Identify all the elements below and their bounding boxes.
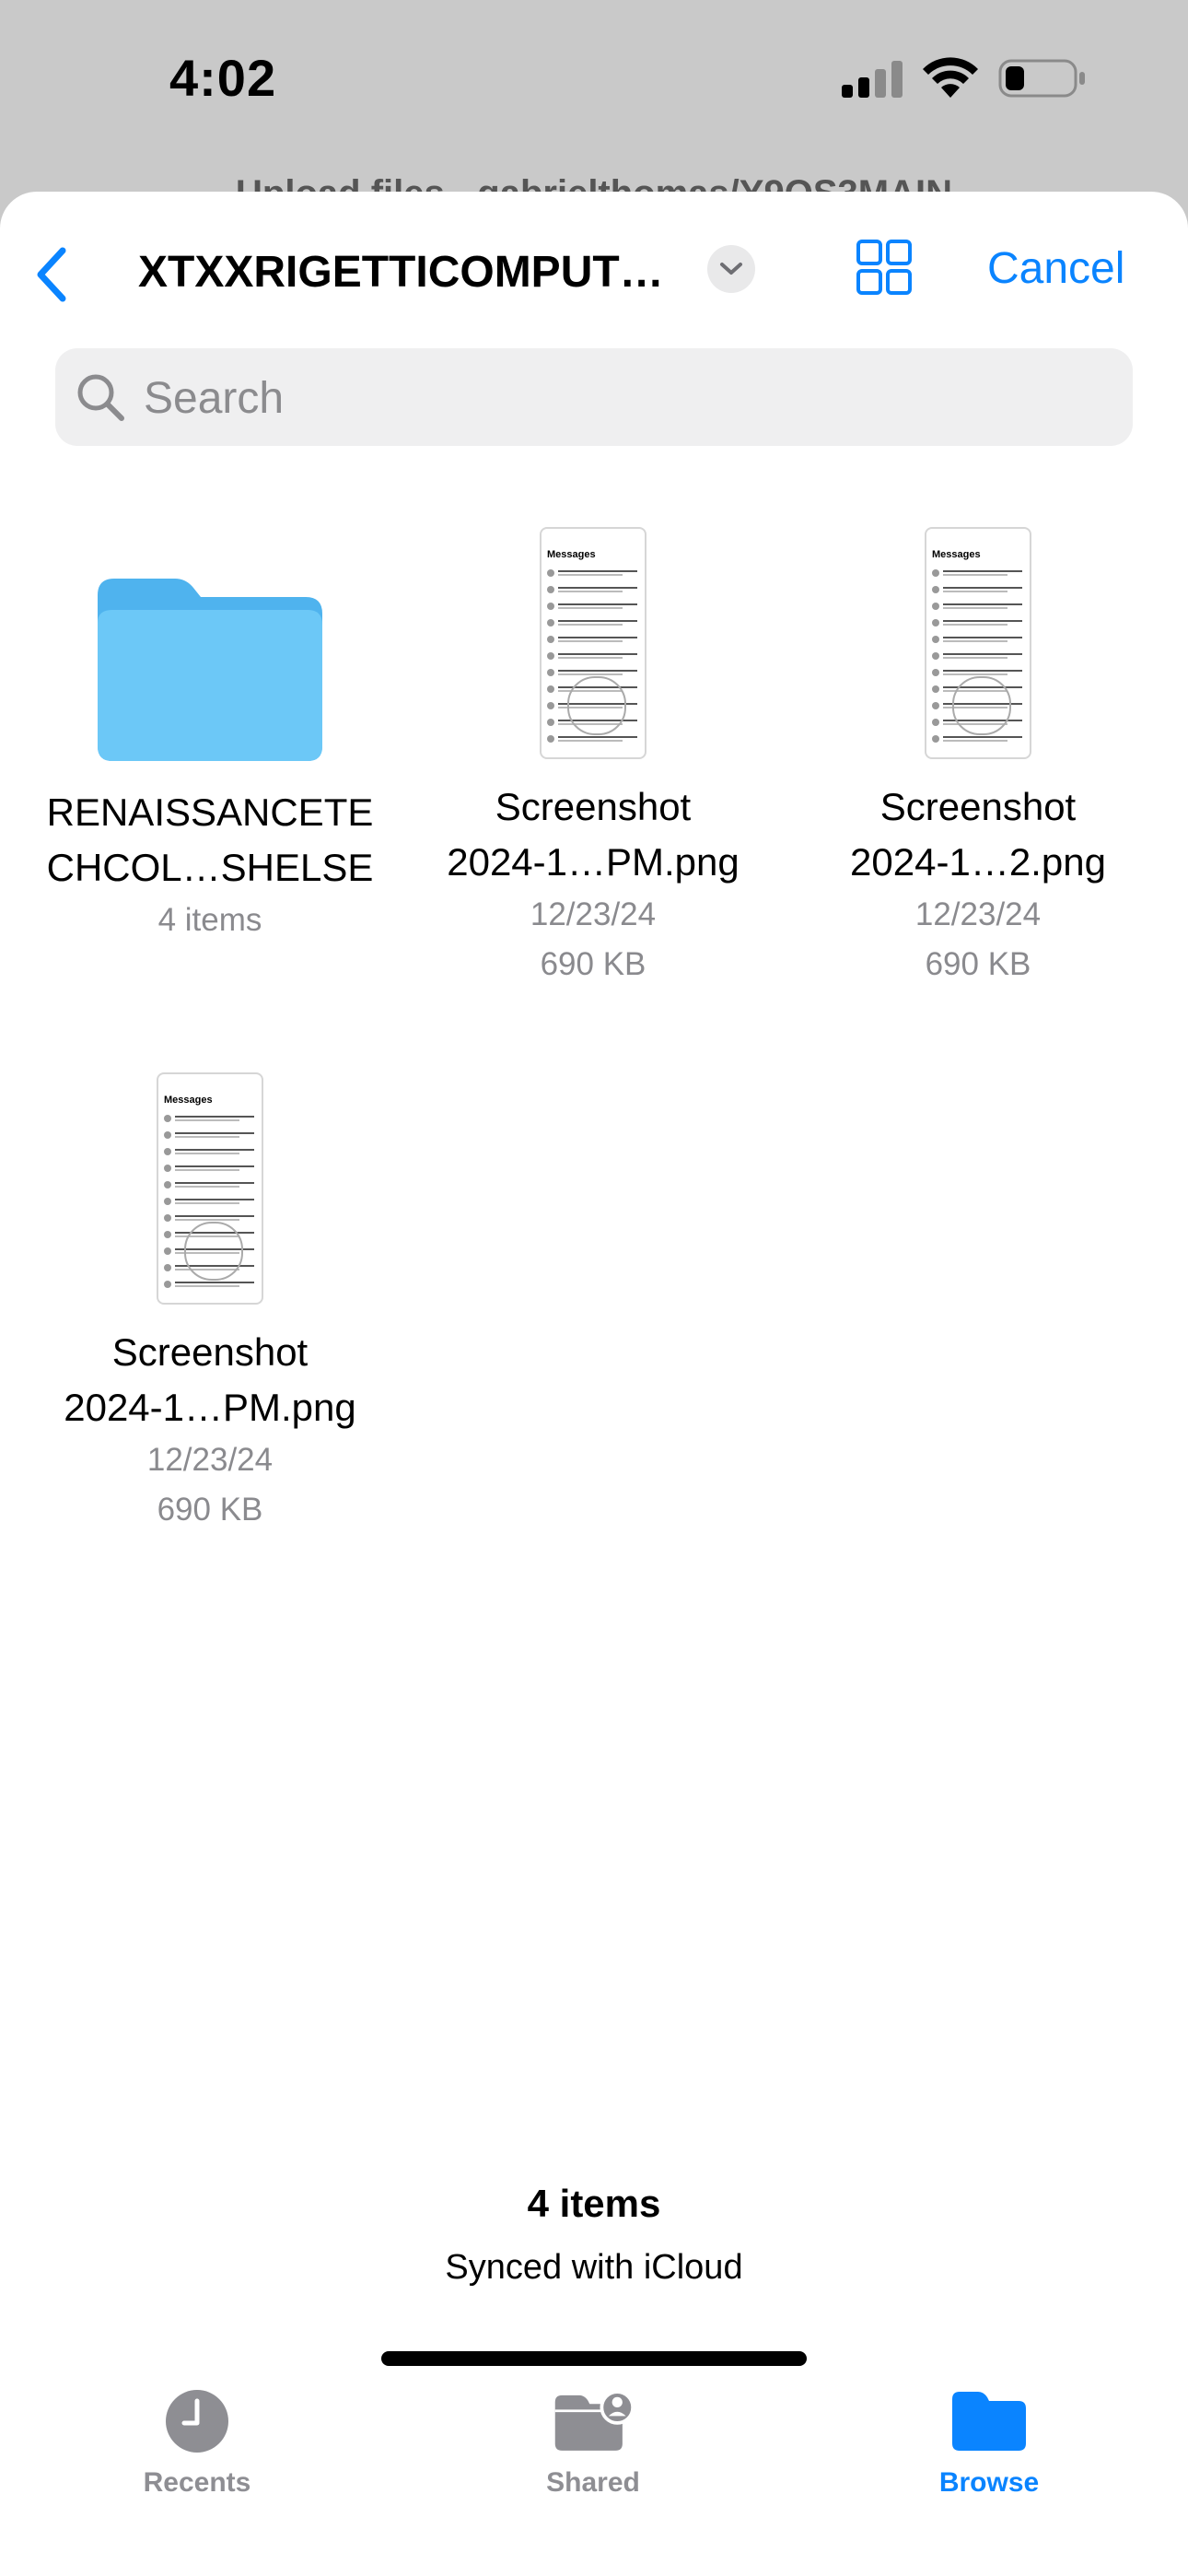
search-icon: [77, 374, 124, 421]
item-name-line2: 2024-1…PM.png: [64, 1386, 356, 1429]
folder-item[interactable]: RENAISSANCETE CHCOL…SHELSE 4 items: [26, 520, 394, 945]
home-indicator[interactable]: [381, 2351, 807, 2366]
thumbnail-title: Messages: [547, 549, 596, 560]
item-size: 690 KB: [157, 1492, 263, 1528]
item-count-summary: 4 items: [527, 2182, 661, 2225]
file-item[interactable]: Messages Screenshot 2024-1…2.png 12/23/2…: [794, 527, 1162, 989]
item-name-line1: RENAISSANCETE: [46, 790, 374, 834]
folder-icon: [98, 579, 322, 761]
file-browser-sheet: XTXXRIGETTICOMPUT… Cancel RENAISSANCETE …: [0, 192, 1188, 2576]
status-time: 4:02: [169, 49, 277, 107]
item-date: 12/23/24: [146, 1442, 274, 1478]
item-count: 4 items: [157, 902, 262, 938]
thumbnail-title: Messages: [932, 549, 981, 560]
screenshot-thumbnail: Messages: [925, 527, 1031, 759]
shared-folder-icon: [554, 2390, 635, 2451]
item-name-line1: Screenshot: [111, 1330, 309, 1374]
screenshot-thumbnail: Messages: [157, 1072, 263, 1305]
item-date: 12/23/24: [914, 896, 1042, 932]
sync-status: Synced with iCloud: [445, 2248, 743, 2287]
item-name-line2: 2024-1…PM.png: [447, 840, 740, 884]
item-name-line1: Screenshot: [879, 785, 1077, 828]
folder-icon: [952, 2392, 1026, 2451]
search-input[interactable]: [142, 348, 1066, 448]
chevron-down-icon: [720, 263, 742, 275]
thumbnail-title: Messages: [164, 1095, 213, 1106]
cellular-signal-icon: [842, 61, 903, 98]
tab-bar: Recents Shared Browse: [0, 2348, 1188, 2576]
battery-icon: [998, 59, 1085, 98]
title-menu-button[interactable]: [707, 245, 755, 293]
cancel-button[interactable]: Cancel: [987, 241, 1124, 297]
chevron-left-icon: [37, 247, 66, 302]
folder-title[interactable]: XTXXRIGETTICOMPUT…: [138, 245, 691, 300]
tab-shared[interactable]: Shared: [473, 2384, 713, 2499]
tab-browse[interactable]: Browse: [869, 2384, 1109, 2499]
back-button[interactable]: [28, 240, 76, 310]
clock-icon: [166, 2390, 228, 2453]
item-size: 690 KB: [540, 946, 646, 982]
screenshot-thumbnail: Messages: [540, 527, 646, 759]
wifi-icon: [923, 57, 978, 98]
tab-label: Shared: [546, 2467, 640, 2498]
item-size: 690 KB: [925, 946, 1031, 982]
item-name-line1: Screenshot: [495, 785, 692, 828]
tab-label: Recents: [143, 2467, 251, 2498]
tab-label: Browse: [938, 2467, 1040, 2498]
item-name-line2: 2024-1…2.png: [850, 840, 1106, 884]
status-bar: 4:02: [0, 0, 1188, 184]
grid-view-icon[interactable]: [855, 238, 914, 297]
item-name-line2: CHCOL…SHELSE: [46, 846, 374, 889]
item-date: 12/23/24: [530, 896, 657, 932]
file-item[interactable]: Messages Screenshot 2024-1…PM.png 12/23/…: [409, 527, 777, 989]
file-item[interactable]: Messages Screenshot 2024-1…PM.png 12/23/…: [26, 1072, 394, 1535]
tab-recents[interactable]: Recents: [77, 2384, 317, 2499]
search-bar[interactable]: [55, 348, 1133, 448]
